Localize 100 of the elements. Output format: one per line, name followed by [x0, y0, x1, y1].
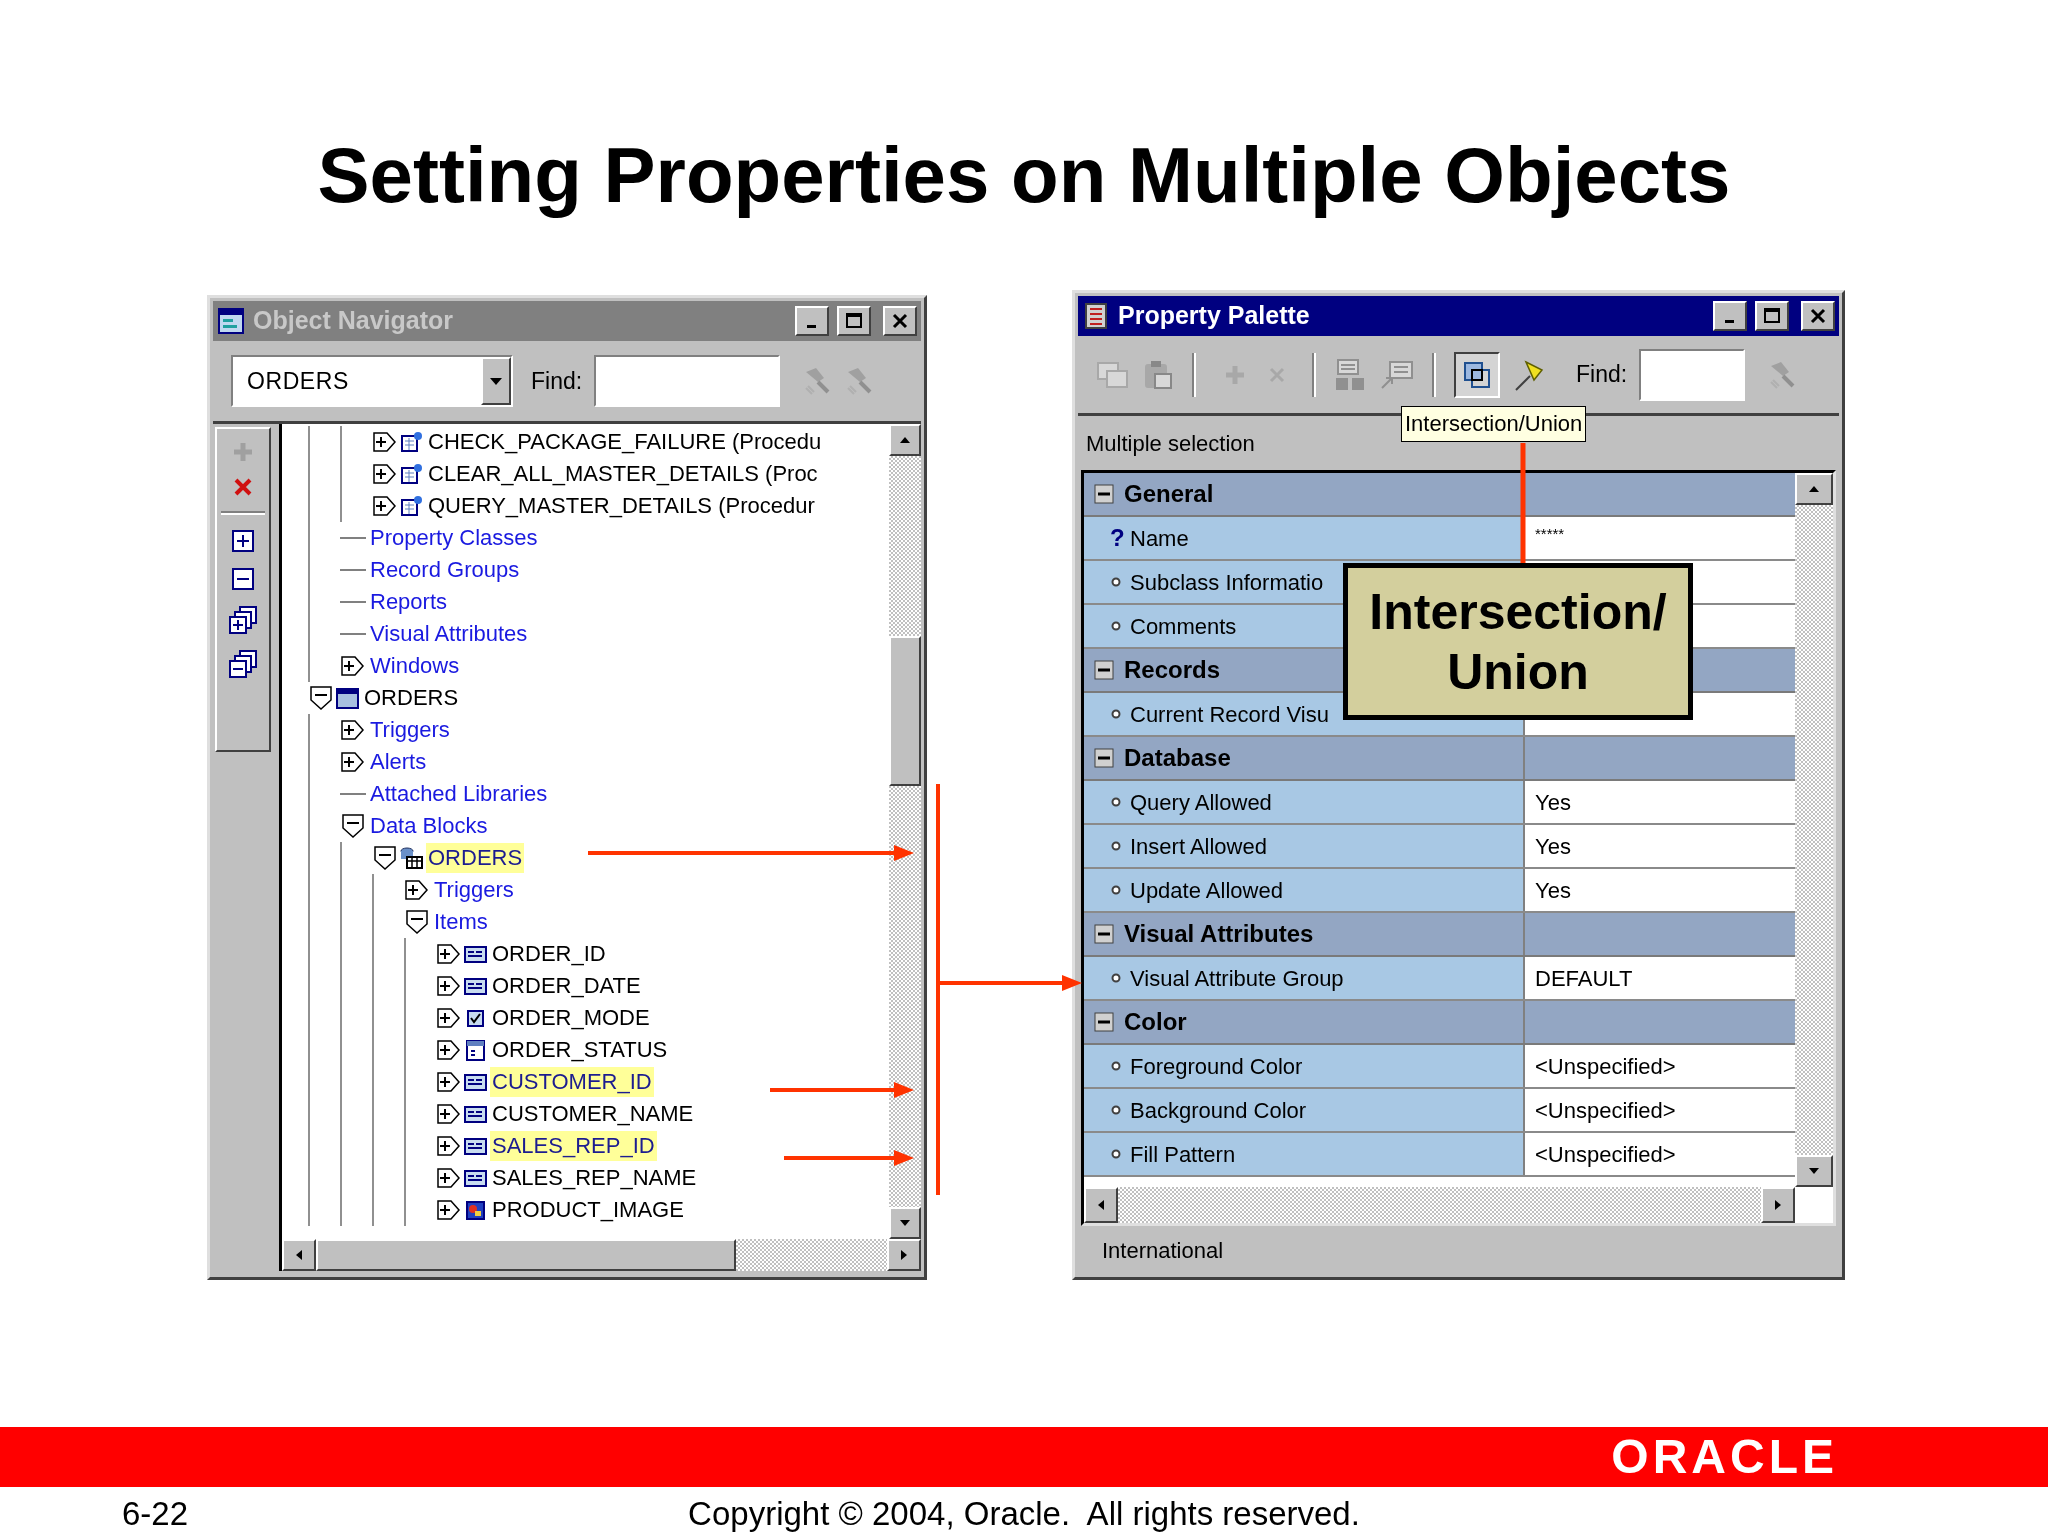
minimize-button[interactable] [795, 306, 829, 336]
tree-item[interactable]: CUSTOMER_NAME [490, 1099, 696, 1129]
expand-icon[interactable] [436, 1102, 462, 1126]
property-name-cell[interactable]: Fill Pattern [1084, 1133, 1525, 1175]
expand-icon[interactable] [404, 878, 430, 902]
collapse-icon[interactable] [231, 567, 255, 591]
delete-icon[interactable] [233, 477, 253, 497]
document-icon [399, 461, 424, 487]
expand-icon[interactable] [436, 1070, 462, 1094]
tree-item[interactable]: ORDER_DATE [490, 971, 643, 1001]
maximize-button[interactable] [837, 306, 871, 336]
tree-item[interactable]: Alerts [368, 747, 429, 777]
tree-item[interactable]: CHECK_PACKAGE_FAILURE (Procedu [426, 427, 824, 457]
property-name-cell[interactable]: Query Allowed [1084, 781, 1525, 823]
expand-icon[interactable] [340, 654, 366, 678]
collapse-icon[interactable] [1094, 748, 1114, 768]
property-name: Update Allowed [1130, 876, 1283, 905]
find-field[interactable] [594, 355, 781, 407]
minimize-button[interactable] [1713, 301, 1747, 331]
expand-icon[interactable] [436, 942, 462, 966]
expand-icon[interactable] [340, 750, 366, 774]
collapse-icon[interactable] [308, 685, 334, 711]
maximize-button[interactable] [1755, 301, 1789, 331]
property-name-cell[interactable]: Visual Attribute Group [1084, 957, 1525, 999]
collapse-icon[interactable] [1094, 660, 1114, 680]
tooltip: Intersection/Union [1401, 406, 1587, 442]
expand-icon[interactable] [436, 1166, 462, 1190]
scroll-down-button[interactable] [1795, 1155, 1833, 1187]
table-icon [399, 845, 424, 871]
scroll-right-button[interactable] [887, 1239, 921, 1271]
maximize-icon[interactable] [845, 312, 863, 330]
tree-item[interactable]: Data Blocks [368, 811, 490, 841]
find-field[interactable] [1639, 348, 1746, 401]
scroll-left-button[interactable] [282, 1239, 316, 1271]
property-name: Comments [1130, 612, 1237, 641]
expand-icon[interactable] [372, 462, 398, 486]
tree-item[interactable]: ORDER_MODE [490, 1003, 652, 1033]
bullet-icon [1110, 620, 1122, 632]
expand-icon[interactable] [231, 529, 255, 553]
tree-item[interactable]: SALES_REP_NAME [490, 1163, 699, 1193]
app-icon [217, 307, 245, 335]
tree-item[interactable]: ORDERS [426, 843, 525, 873]
scroll-up-button[interactable] [1795, 473, 1833, 505]
module-dropdown[interactable]: ORDERS [231, 355, 513, 407]
selection-label: Multiple selection [1086, 429, 1255, 458]
close-button[interactable] [883, 306, 917, 336]
tree-item[interactable]: CUSTOMER_ID [490, 1067, 654, 1097]
scrollbar-thumb[interactable] [889, 636, 921, 786]
tree-item[interactable]: ORDER_STATUS [490, 1035, 670, 1065]
expand-icon[interactable] [372, 430, 398, 454]
close-button[interactable] [1801, 301, 1835, 331]
app-icon [1082, 302, 1110, 330]
property-name-cell[interactable]: Foreground Color [1084, 1045, 1525, 1087]
expand-all-icon[interactable] [228, 605, 258, 635]
window-icon [335, 685, 360, 711]
collapse-icon[interactable] [1094, 484, 1114, 504]
property-name: Query Allowed [1130, 788, 1272, 817]
tree-item[interactable]: Visual Attributes [368, 619, 530, 649]
tree-item[interactable]: Items [432, 907, 490, 937]
scrollbar-thumb[interactable] [316, 1239, 736, 1271]
collapse-all-icon[interactable] [228, 649, 258, 679]
collapse-icon[interactable] [340, 813, 366, 839]
expand-icon[interactable] [436, 1038, 462, 1062]
collapse-icon[interactable] [404, 909, 430, 935]
scroll-left-button[interactable] [1084, 1187, 1118, 1223]
expand-icon[interactable] [436, 1198, 462, 1222]
scroll-up-button[interactable] [889, 424, 921, 456]
property-name-cell[interactable]: Update Allowed [1084, 869, 1525, 911]
tree-item[interactable]: Reports [368, 587, 450, 617]
tree-item[interactable]: Attached Libraries [368, 779, 550, 809]
scroll-right-button[interactable] [1761, 1187, 1795, 1223]
collapse-icon[interactable] [372, 845, 398, 871]
property-name-cell[interactable]: Insert Allowed [1084, 825, 1525, 867]
property-name: Background Color [1130, 1096, 1307, 1125]
tree-item[interactable]: Record Groups [368, 555, 522, 585]
expand-icon[interactable] [340, 718, 366, 742]
expand-icon[interactable] [436, 1134, 462, 1158]
scroll-down-button[interactable] [889, 1207, 921, 1239]
expand-icon[interactable] [436, 1006, 462, 1030]
expand-icon[interactable] [372, 494, 398, 518]
close-icon[interactable] [891, 312, 909, 330]
property-name-cell[interactable]: Background Color [1084, 1089, 1525, 1131]
section-label: General [1124, 479, 1214, 509]
close-icon[interactable] [1809, 307, 1827, 325]
maximize-icon[interactable] [1763, 307, 1781, 325]
tree-item[interactable]: QUERY_MASTER_DETAILS (Procedur [426, 491, 817, 521]
tree-item[interactable]: ORDERS [362, 683, 461, 713]
tree-item[interactable]: Triggers [432, 875, 516, 905]
tree-item[interactable]: PRODUCT_IMAGE [490, 1195, 686, 1225]
collapse-icon[interactable] [1094, 1012, 1114, 1032]
tree-item[interactable]: Windows [368, 651, 462, 681]
tree-item[interactable]: ORDER_ID [490, 939, 608, 969]
help-marker: ? [1110, 523, 1122, 553]
tree-item[interactable]: Property Classes [368, 523, 540, 553]
expand-icon[interactable] [436, 974, 462, 998]
tree-item[interactable]: CLEAR_ALL_MASTER_DETAILS (Proc [426, 459, 820, 489]
tree-item[interactable]: Triggers [368, 715, 452, 745]
tree-item[interactable]: SALES_REP_ID [490, 1131, 657, 1161]
intersection-union-button[interactable] [1454, 351, 1500, 398]
collapse-icon[interactable] [1094, 924, 1114, 944]
